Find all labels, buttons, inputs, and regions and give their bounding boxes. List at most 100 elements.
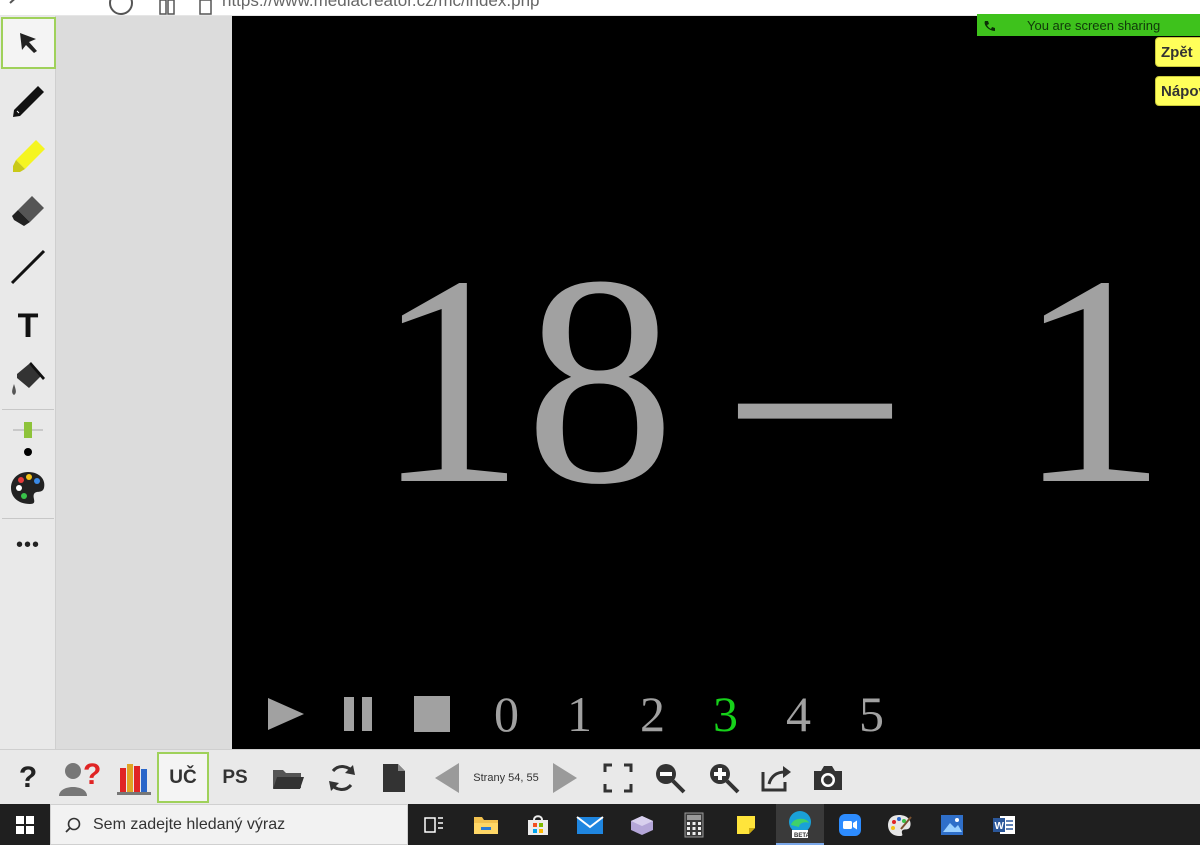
tool-divider [2, 409, 54, 410]
uc-label: UČ [169, 766, 197, 788]
expression-left: 18 [375, 214, 675, 546]
text-tool-icon: T [17, 306, 39, 345]
step-4[interactable]: 4 [762, 685, 835, 743]
ps-label: PS [222, 766, 248, 788]
screen: https://www.mediacreator.cz/mc/index.php [0, 0, 1200, 845]
ask-question-button[interactable]: ? [55, 750, 105, 805]
left-toolbar: T ••• [0, 16, 56, 751]
refresh-icon[interactable] [108, 0, 134, 16]
taskbar-word[interactable]: W [984, 804, 1024, 845]
word-icon: W [993, 815, 1015, 834]
pen-tool[interactable] [0, 75, 56, 127]
user-question-icon: ? [59, 758, 101, 796]
fill-tool[interactable] [0, 355, 56, 407]
chevron-left-icon [435, 762, 459, 793]
uc-button[interactable]: UČ [157, 752, 209, 803]
screen-sharing-banner[interactable]: You are screen sharing [977, 14, 1200, 36]
line-tool[interactable] [0, 241, 56, 293]
paint-icon [888, 814, 912, 836]
expression-right: 1 [1017, 214, 1167, 546]
search-placeholder: Sem zadejte hledaný výraz [93, 815, 286, 833]
photos-icon [941, 814, 963, 835]
eraser-tool[interactable] [0, 184, 56, 236]
svg-text:BETA: BETA [794, 833, 811, 839]
line-width-tool[interactable] [0, 414, 56, 466]
taskbar-store[interactable] [518, 804, 558, 845]
library-button[interactable] [112, 750, 156, 805]
highlighter-icon [13, 140, 45, 172]
next-page-button[interactable] [548, 750, 584, 805]
zoom-out-icon [656, 763, 686, 793]
taskbar-sticky-notes[interactable] [726, 804, 766, 845]
screenshot-button[interactable] [806, 750, 850, 805]
play-icon [268, 698, 304, 730]
document-icon [383, 763, 405, 792]
ps-button[interactable]: PS [212, 750, 258, 805]
help-side-button[interactable]: Nápověda [1155, 76, 1200, 106]
share-icon [761, 765, 791, 791]
taskbar-edge-beta[interactable]: BETA [776, 804, 824, 845]
zoom-in-button[interactable] [702, 750, 746, 805]
open-folder-button[interactable] [266, 750, 310, 805]
expression-operator: – [740, 214, 890, 546]
color-tool[interactable] [0, 462, 56, 514]
play-button[interactable] [250, 684, 322, 744]
search-icon [65, 817, 81, 833]
previous-page-button[interactable] [428, 750, 464, 805]
canvas-margin [56, 16, 232, 751]
pages-label: Strany 54, 55 [473, 771, 539, 784]
text-tool[interactable]: T [0, 300, 56, 352]
stop-button[interactable] [394, 684, 470, 744]
presentation-stage[interactable]: 18 – 1 0 1 2 3 4 5 [232, 16, 1200, 749]
page-indicator: Strany 54, 55 [466, 750, 546, 805]
stop-icon [414, 696, 450, 732]
start-button[interactable] [0, 804, 50, 845]
file-explorer-icon [474, 816, 498, 834]
more-tools-button[interactable]: ••• [0, 519, 56, 571]
help-button[interactable]: ? [8, 750, 48, 805]
highlighter-tool[interactable] [0, 130, 56, 182]
step-1[interactable]: 1 [543, 685, 616, 743]
taskbar-file-explorer[interactable] [466, 804, 506, 845]
camera-icon [814, 765, 842, 790]
share-button[interactable] [754, 750, 798, 805]
bottom-toolbar: ? ? UČ PS Strany 54, 55 [0, 749, 1200, 804]
edge-beta-icon: BETA [789, 810, 811, 839]
taskbar-paint[interactable] [880, 804, 920, 845]
zoom-app-icon [839, 813, 861, 836]
color-palette-icon [11, 472, 45, 504]
chevron-right-icon [553, 762, 577, 793]
pause-button[interactable] [322, 684, 394, 744]
taskbar-zoom[interactable] [830, 804, 870, 845]
step-0[interactable]: 0 [470, 685, 543, 743]
taskbar-3d-viewer[interactable] [622, 804, 662, 845]
calculator-icon [684, 812, 704, 837]
task-view-button[interactable] [414, 804, 454, 845]
svg-text:?: ? [83, 758, 101, 791]
cursor-arrow-icon [19, 33, 37, 53]
pen-icon [13, 86, 44, 117]
back-icon[interactable] [0, 0, 30, 16]
back-side-button[interactable]: Zpět [1155, 37, 1200, 67]
taskbar-mail[interactable] [570, 804, 610, 845]
svg-text:W: W [995, 821, 1005, 832]
refresh-button[interactable] [320, 750, 364, 805]
address-bar[interactable]: https://www.mediacreator.cz/mc/index.php [222, 0, 539, 11]
step-3[interactable]: 3 [689, 685, 762, 743]
reader-view-icon[interactable] [158, 0, 178, 16]
fullscreen-button[interactable] [596, 750, 640, 805]
windows-logo-icon [16, 815, 34, 834]
step-5[interactable]: 5 [835, 685, 908, 743]
cube-app-icon [631, 815, 653, 835]
new-page-button[interactable] [372, 750, 416, 805]
screen-sharing-text: You are screen sharing [1027, 17, 1161, 33]
taskbar-search-box[interactable]: Sem zadejte hledaný výraz [50, 804, 408, 845]
eraser-icon [12, 196, 44, 226]
folder-icon [273, 769, 304, 789]
zoom-out-button[interactable] [648, 750, 692, 805]
select-tool[interactable] [1, 17, 56, 69]
taskbar-calculator[interactable] [674, 804, 714, 845]
taskbar-photos[interactable] [932, 804, 972, 845]
question-icon: ? [18, 760, 38, 794]
step-2[interactable]: 2 [616, 685, 689, 743]
